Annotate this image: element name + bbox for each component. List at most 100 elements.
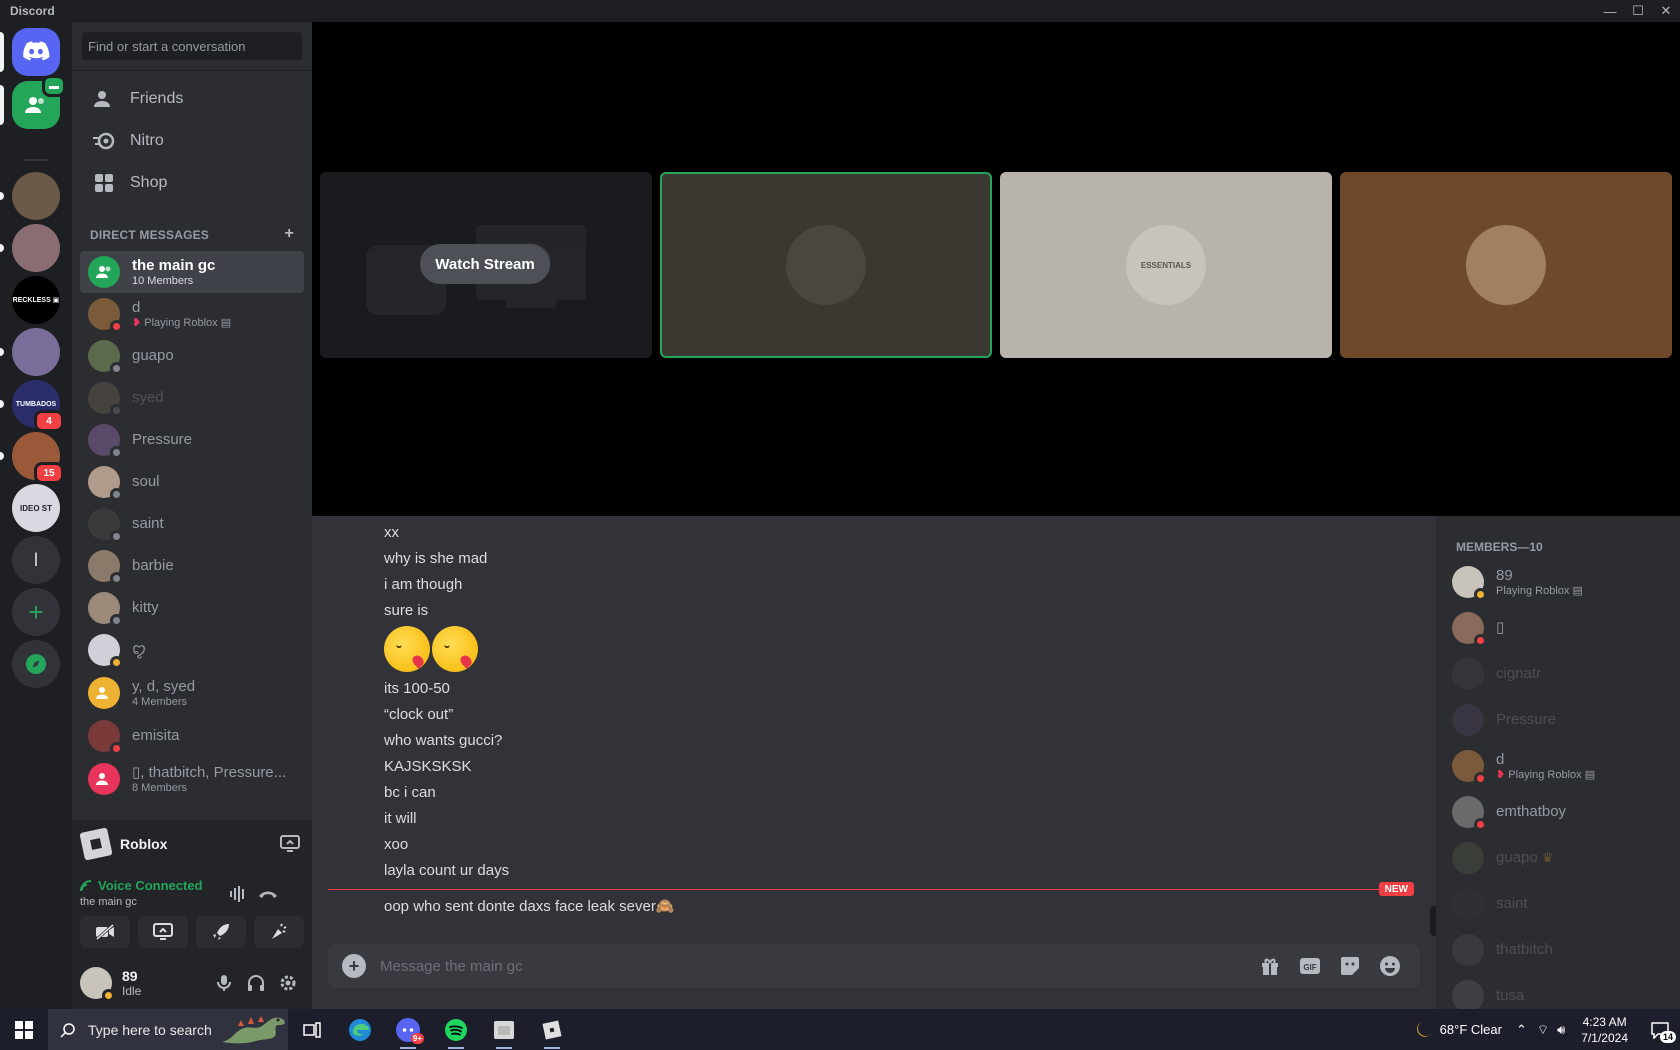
message-composer: + Message the main gc GIF [328, 944, 1420, 988]
nav-nitro[interactable]: Nitro [80, 120, 304, 162]
server-tumbados[interactable]: TUMBADOS 4 [0, 380, 64, 432]
dm-item[interactable]: syed [80, 377, 304, 419]
dm-name: Pressure [132, 431, 193, 448]
avatar [1452, 612, 1487, 647]
user-avatar[interactable] [80, 966, 115, 1002]
member-item[interactable]: cignatr [1444, 652, 1672, 696]
dm-item[interactable]: kitty [80, 587, 304, 629]
taskbar-spotify[interactable] [432, 1009, 480, 1050]
minimize-button[interactable]: — [1596, 0, 1624, 22]
watch-stream-button[interactable]: Watch Stream [420, 244, 550, 284]
server-icon[interactable] [0, 224, 60, 272]
disconnect-icon[interactable] [256, 884, 280, 904]
dm-item[interactable]: barbie [80, 545, 304, 587]
server-rail: ▬ RECKLESS ▣ TUMBADOS 4 15 IDEO ST l + [0, 22, 72, 1009]
member-item[interactable]: guapo ♛ [1444, 836, 1672, 880]
network-icon[interactable]: ⌔ [1537, 1022, 1549, 1038]
clock[interactable]: 4:23 AM 7/1/2024 [1581, 1014, 1628, 1046]
task-view-button[interactable] [288, 1009, 336, 1050]
taskbar-app[interactable] [480, 1009, 528, 1050]
camera-off-button[interactable] [80, 916, 130, 948]
emoji-button[interactable] [1374, 952, 1406, 980]
status-idle-icon [1474, 588, 1487, 601]
participant-tile-speaking[interactable] [660, 172, 992, 358]
taskbar-discord[interactable]: 9+ [384, 1009, 432, 1050]
server-icon[interactable]: 15 [0, 432, 64, 484]
member-name: guapo [1496, 849, 1538, 866]
server-friends-gc[interactable]: ▬ [0, 75, 66, 129]
deafen-button[interactable] [240, 967, 272, 999]
server-icon[interactable] [0, 172, 60, 220]
tray-chevron-icon[interactable]: ⌃ [1516, 1022, 1527, 1038]
member-item[interactable]: emthatboy [1444, 790, 1672, 834]
voice-connected-status[interactable]: Voice Connected [80, 878, 203, 893]
weather-widget[interactable]: 68°F Clear [1412, 1019, 1502, 1041]
stream-tile[interactable]: Watch Stream [320, 172, 652, 358]
member-item[interactable]: saint [1444, 882, 1672, 926]
start-button[interactable] [0, 1009, 48, 1050]
taskbar-search-placeholder: Type here to search [88, 1021, 212, 1038]
taskbar-edge[interactable] [336, 1009, 384, 1050]
member-item[interactable]: tusa [1444, 974, 1672, 1009]
dm-item[interactable]: y, d, syed 4 Members [80, 672, 304, 714]
discover-button[interactable] [12, 640, 60, 688]
server-video-store[interactable]: IDEO ST [12, 484, 60, 532]
message: oop who sent donte daxs face leak sever🙈 [384, 898, 675, 915]
member-item[interactable]: ▯ [1444, 606, 1672, 650]
upload-plus-button[interactable]: + [342, 954, 366, 978]
camera-off-icon [96, 924, 114, 940]
volume-icon[interactable]: 🔊︎ [1557, 1022, 1565, 1038]
dm-item[interactable]: saint [80, 503, 304, 545]
status-offline-icon [110, 404, 123, 417]
maximize-button[interactable]: ☐ [1624, 0, 1652, 22]
action-center-button[interactable]: 14 [1640, 1021, 1680, 1043]
sticker-button[interactable] [1334, 952, 1366, 980]
activities-button[interactable] [196, 916, 246, 948]
soundboard-button[interactable] [254, 916, 304, 948]
server-icon[interactable] [0, 328, 60, 376]
dm-item[interactable]: soul [80, 461, 304, 503]
member-item[interactable]: thatbitch [1444, 928, 1672, 972]
noise-suppression-icon[interactable] [226, 884, 250, 904]
dm-item[interactable]: ꨄ [80, 629, 304, 671]
rich-presence-icon: ▤ [220, 316, 232, 329]
add-server-button[interactable]: + [12, 588, 60, 636]
dm-item[interactable]: Pressure [80, 419, 304, 461]
user-info[interactable]: 89 Idle [122, 968, 208, 998]
mute-button[interactable] [208, 967, 240, 999]
message-input[interactable]: Message the main gc [380, 958, 1246, 975]
roblox-icon [542, 1020, 562, 1039]
dm-item[interactable]: the main gc 10 Members [80, 251, 304, 293]
gif-button[interactable]: GIF [1294, 952, 1326, 980]
gift-button[interactable] [1254, 952, 1286, 980]
taskbar-roblox[interactable] [528, 1009, 576, 1050]
dm-name: ꨄ [132, 641, 147, 658]
dm-item[interactable]: emisita [80, 715, 304, 757]
nav-friends[interactable]: Friends [80, 78, 304, 120]
find-conversation-search[interactable]: Find or start a conversation [82, 32, 302, 60]
server-home-button[interactable] [0, 28, 60, 76]
group-avatar [88, 763, 120, 795]
voice-channel-name[interactable]: the main gc [80, 896, 137, 908]
kissing-heart-emoji [432, 626, 478, 672]
signal-icon [80, 879, 92, 891]
participant-tile[interactable] [1340, 172, 1672, 358]
taskbar-search[interactable]: Type here to search [48, 1009, 288, 1050]
close-button[interactable]: ✕ [1652, 0, 1680, 22]
server-l[interactable]: l [12, 536, 60, 584]
member-item[interactable]: d ❥ Playing Roblox ▤ [1444, 744, 1672, 788]
member-item[interactable]: 89 Playing Roblox ▤ [1444, 560, 1672, 604]
participant-tile[interactable]: ESSENTIALS [1000, 172, 1332, 358]
dm-item[interactable]: ▯, thatbitch, Pressure... 8 Members [80, 758, 304, 800]
member-item[interactable]: Pressure [1444, 698, 1672, 742]
server-reckless[interactable]: RECKLESS ▣ [12, 276, 60, 324]
discord-logo-icon [23, 41, 50, 61]
stream-screen-icon[interactable] [278, 834, 302, 853]
dm-item[interactable]: guapo [80, 335, 304, 377]
nav-shop[interactable]: Shop [80, 162, 304, 204]
dm-item[interactable]: d ❥ Playing Roblox ▤ [80, 293, 304, 335]
create-dm-button[interactable]: + [284, 226, 294, 242]
user-settings-button[interactable] [272, 967, 304, 999]
avatar [88, 466, 123, 501]
share-screen-button[interactable] [138, 916, 188, 948]
